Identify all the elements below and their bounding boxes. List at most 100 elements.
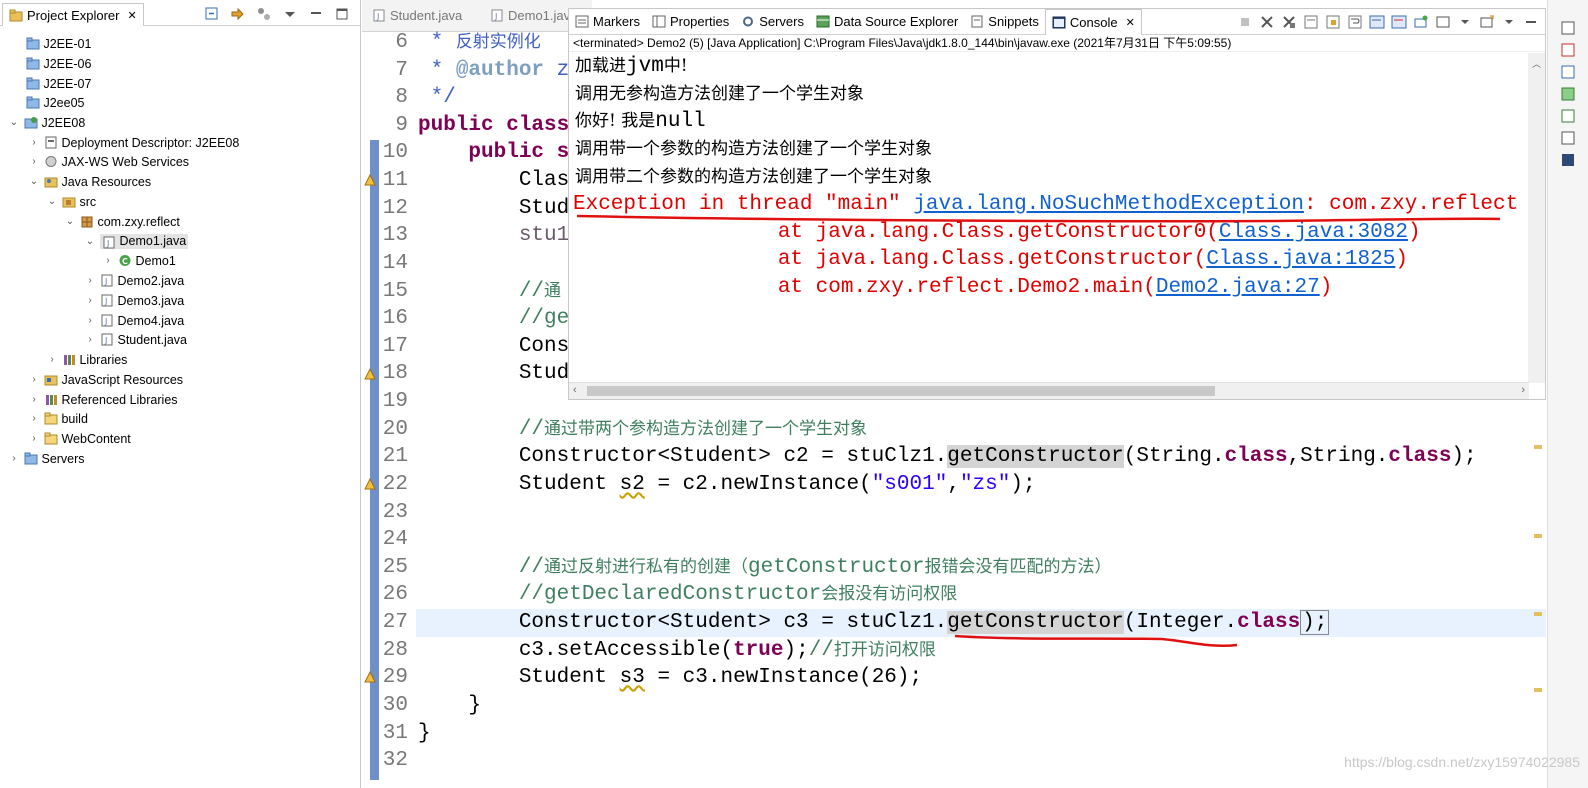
close-icon[interactable]: ✕: [1126, 16, 1135, 29]
tree-item-project[interactable]: J2EE-07: [26, 74, 91, 93]
minimize-icon[interactable]: [1523, 14, 1539, 30]
chevron-down-icon[interactable]: [1501, 14, 1517, 30]
folder-icon: [26, 37, 40, 50]
red-annotation-underline: [954, 634, 1238, 648]
display-console-icon[interactable]: [1435, 14, 1451, 30]
package-explorer-icon[interactable]: [1560, 86, 1576, 102]
tree-item-student-java[interactable]: › J Student.java: [84, 330, 187, 349]
chevron-right-icon[interactable]: ›: [28, 413, 40, 424]
chevron-right-icon[interactable]: ›: [84, 275, 96, 286]
overview-warning-mark[interactable]: [1534, 534, 1542, 538]
console-output[interactable]: 加载进jvm中! 调用无参构造方法创建了一个学生对象 你好! 我是null 调用…: [569, 52, 1545, 372]
line-number: 17: [382, 335, 408, 358]
chevron-down-icon[interactable]: ⌄: [8, 117, 20, 128]
open-console-icon[interactable]: [1479, 14, 1495, 30]
line-number: 27: [382, 611, 408, 634]
collapse-all-icon[interactable]: [204, 6, 220, 22]
chevron-right-icon[interactable]: ›: [28, 433, 40, 444]
chevron-down-icon[interactable]: [1457, 14, 1473, 30]
tree-item-demo2-java[interactable]: › J Demo2.java: [84, 271, 184, 290]
tree-item-java-resources[interactable]: ⌄ Java Resources: [28, 172, 151, 191]
task-list-icon[interactable]: [1560, 42, 1576, 58]
chevron-down-icon[interactable]: ⌄: [46, 196, 58, 207]
chevron-right-icon[interactable]: ›: [28, 374, 40, 385]
clear-console-icon[interactable]: [1303, 14, 1319, 30]
tree-item-servers[interactable]: › Servers: [8, 449, 84, 468]
chevron-right-icon[interactable]: ›: [102, 255, 114, 266]
java-file-icon: J: [100, 294, 114, 307]
tree-item-project[interactable]: J2ee05: [26, 93, 85, 112]
tab-data-source-explorer[interactable]: Data Source Explorer: [810, 9, 964, 35]
tree-item-package[interactable]: ⌄ com.zxy.reflect: [64, 212, 180, 231]
chevron-right-icon[interactable]: ›: [84, 334, 96, 345]
tree-item-libraries[interactable]: › Libraries: [46, 350, 127, 369]
tree-item-demo3-java[interactable]: › J Demo3.java: [84, 291, 184, 310]
scroll-lock-icon[interactable]: [1325, 14, 1341, 30]
show-on-stderr-icon[interactable]: [1391, 14, 1407, 30]
tab-markers[interactable]: Markers: [569, 9, 646, 35]
console-horizontal-scrollbar[interactable]: ‹ ›: [569, 382, 1529, 399]
tab-servers[interactable]: Servers: [735, 9, 810, 35]
tab-student-java[interactable]: J Student.java: [372, 8, 462, 23]
tab-console[interactable]: Console ✕: [1044, 8, 1142, 35]
console-vertical-scrollbar[interactable]: ︿: [1528, 53, 1545, 383]
type-hierarchy-icon[interactable]: [1560, 108, 1576, 124]
tab-properties[interactable]: Properties: [646, 9, 735, 35]
chevron-down-icon[interactable]: ⌄: [28, 176, 40, 187]
tree-item-project[interactable]: J2EE-01: [26, 34, 91, 53]
maximize-icon[interactable]: [334, 6, 350, 22]
problems-icon[interactable]: [1560, 130, 1576, 146]
project-explorer-panel: Project Explorer ✕ J2EE-01 J2EE-06 J2EE-…: [0, 0, 361, 788]
link-with-editor-icon[interactable]: [230, 6, 246, 22]
tree-item-build[interactable]: › build: [28, 409, 88, 428]
tree-item-project[interactable]: J2EE-06: [26, 54, 91, 73]
chevron-right-icon[interactable]: ›: [28, 394, 40, 405]
tree-item-referenced-libraries[interactable]: › Referenced Libraries: [28, 390, 177, 409]
terminate-icon[interactable]: [1237, 14, 1253, 30]
chevron-right-icon[interactable]: ›: [84, 315, 96, 326]
tab-demo1-java[interactable]: J Demo1.java: [490, 8, 577, 23]
code-line: Stud: [418, 197, 570, 220]
source-link[interactable]: Class.java:1825: [1206, 248, 1395, 271]
svg-text:J: J: [104, 336, 107, 345]
java-file-icon: J: [102, 236, 116, 249]
tree-item-src[interactable]: ⌄ src: [46, 192, 96, 211]
tree-item-deployment-descriptor[interactable]: › Deployment Descriptor: J2EE08: [28, 133, 239, 152]
pin-console-icon[interactable]: [1413, 14, 1429, 30]
tree-item-javascript-resources[interactable]: › JavaScript Resources: [28, 370, 183, 389]
word-wrap-icon[interactable]: [1347, 14, 1363, 30]
chevron-down-icon[interactable]: ⌄: [84, 236, 96, 247]
source-link[interactable]: Demo2.java:27: [1156, 276, 1320, 299]
remove-all-terminated-icon[interactable]: [1281, 14, 1297, 30]
tree-item-demo4-java[interactable]: › J Demo4.java: [84, 311, 184, 330]
chevron-right-icon[interactable]: ›: [46, 354, 58, 365]
chevron-right-icon[interactable]: ›: [8, 453, 20, 464]
chevron-right-icon[interactable]: ›: [84, 295, 96, 306]
line-number: 24: [382, 528, 408, 551]
chevron-right-icon[interactable]: ›: [28, 137, 40, 148]
overview-warning-mark[interactable]: [1534, 612, 1542, 616]
console-icon[interactable]: [1560, 152, 1576, 168]
overview-warning-mark[interactable]: [1534, 445, 1542, 449]
minimize-icon[interactable]: [308, 6, 324, 22]
show-on-stdout-icon[interactable]: [1369, 14, 1385, 30]
scrollbar-thumb[interactable]: [587, 386, 1215, 396]
chevron-right-icon[interactable]: ›: [28, 156, 40, 167]
tree-item-webcontent[interactable]: › WebContent: [28, 429, 130, 448]
tab-project-explorer[interactable]: Project Explorer ✕: [2, 3, 144, 26]
filter-icon[interactable]: [256, 6, 272, 22]
chevron-down-icon[interactable]: ⌄: [64, 216, 76, 227]
view-menu-icon[interactable]: [282, 6, 298, 22]
remove-launch-icon[interactable]: [1259, 14, 1275, 30]
tab-snippets[interactable]: Snippets: [964, 9, 1045, 35]
console-icon: [1052, 16, 1066, 29]
code-line: //通过带两个参构造方法创建了一个学生对象: [418, 418, 868, 441]
tree-item-demo1-java[interactable]: ⌄ J Demo1.java: [84, 232, 189, 251]
tree-item-jaxws[interactable]: › JAX-WS Web Services: [28, 152, 189, 171]
outline-icon[interactable]: [1560, 20, 1576, 36]
tree-item-demo1-class[interactable]: › C Demo1: [102, 251, 175, 270]
overview-warning-mark[interactable]: [1534, 688, 1542, 692]
tree-item-project-j2ee08[interactable]: ⌄ J2EE08: [8, 113, 85, 132]
navigator-icon[interactable]: [1560, 64, 1576, 80]
close-icon[interactable]: ✕: [127, 9, 136, 22]
